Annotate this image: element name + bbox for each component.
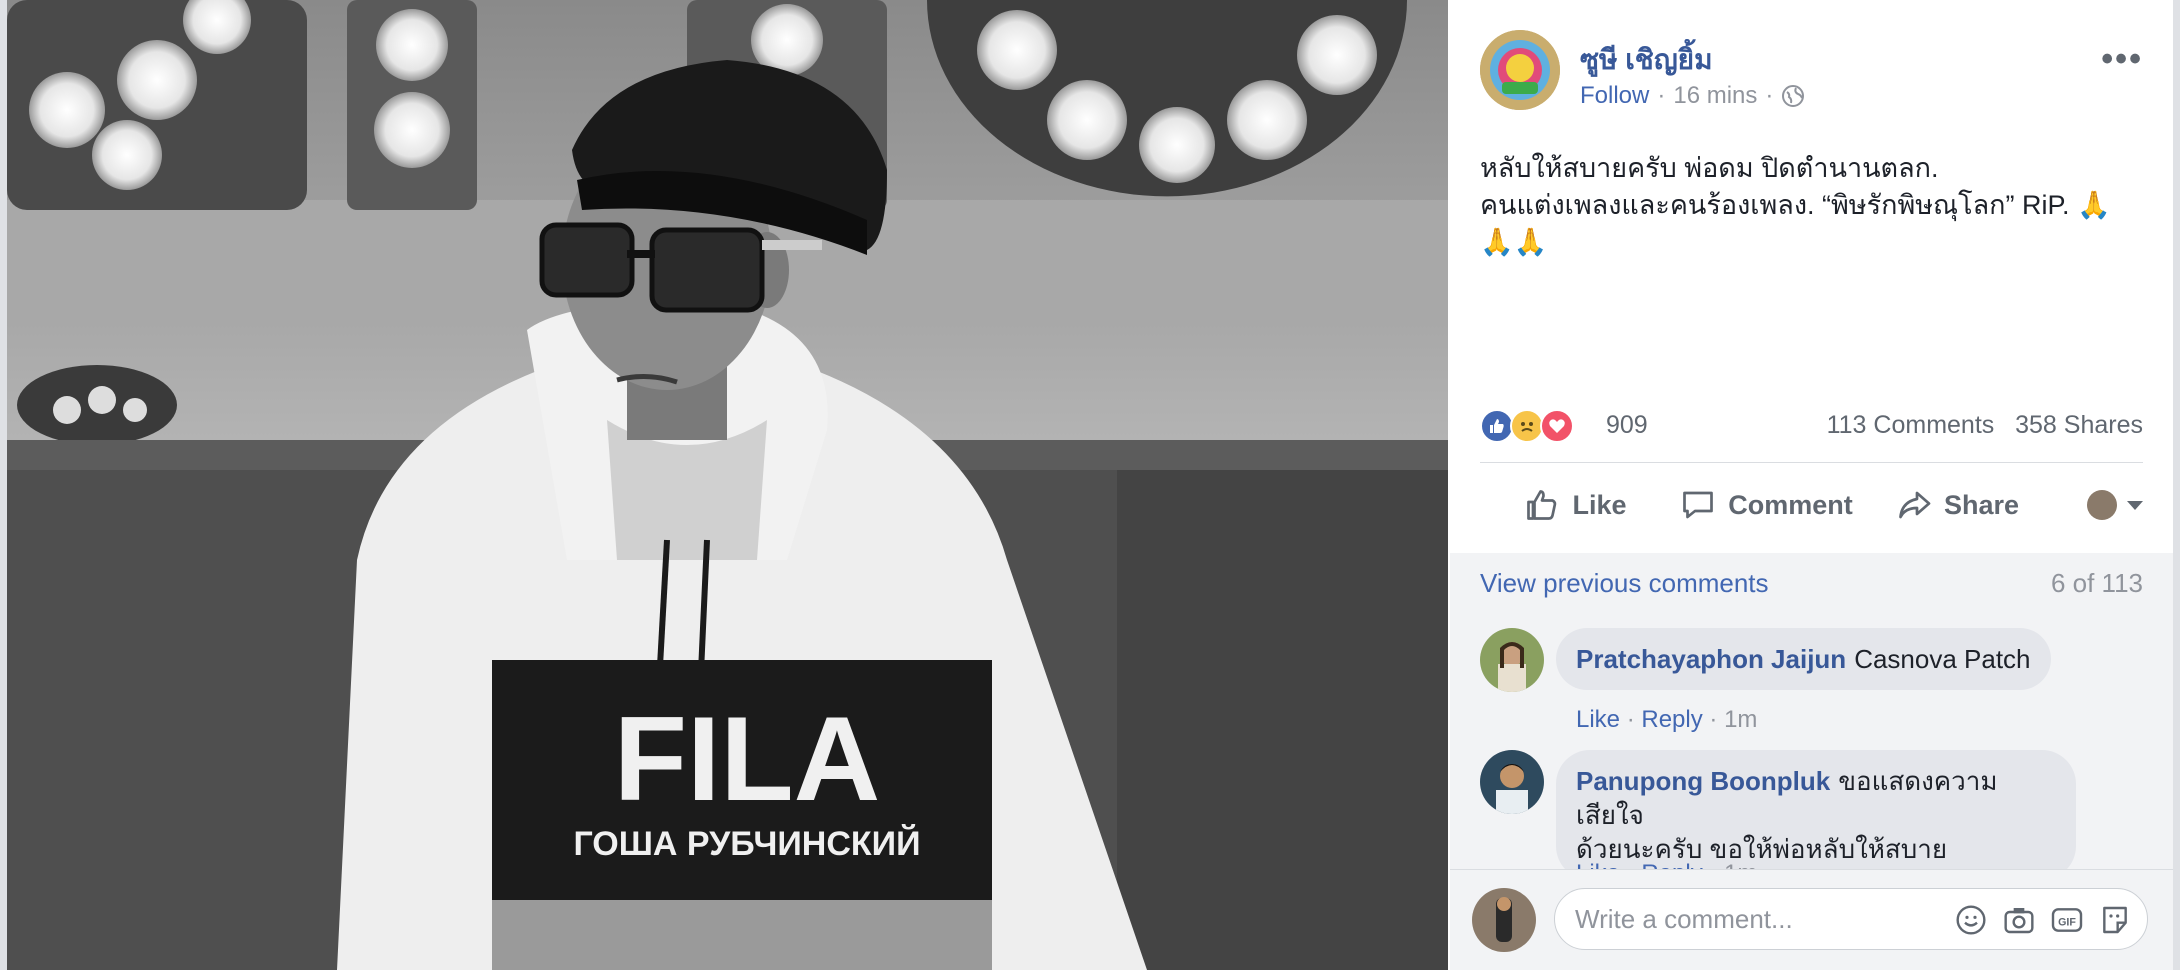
follow-button[interactable]: Follow bbox=[1580, 82, 1649, 110]
comment-label: Comment bbox=[1728, 489, 1853, 520]
camera-icon[interactable] bbox=[2003, 904, 2035, 936]
reaction-count[interactable]: 909 bbox=[1606, 411, 1648, 440]
love-reaction-icon bbox=[1540, 409, 1574, 443]
post-photo[interactable]: FILA ГОША РУБЧИНСКИЙ bbox=[7, 0, 1448, 970]
hoodie-subtext: ГОША РУБЧИНСКИЙ bbox=[573, 824, 920, 863]
like-reaction-icon bbox=[1480, 409, 1514, 443]
post-text-line: หลับให้สบายครับ พ่อดม ปิดตำนานตลก. bbox=[1480, 153, 1939, 183]
comments-section: View previous comments 6 of 113 Pratchay… bbox=[1450, 553, 2173, 970]
current-user-avatar bbox=[2087, 490, 2117, 520]
reaction-icons[interactable] bbox=[1480, 409, 1590, 443]
sad-reaction-icon bbox=[1510, 409, 1544, 443]
thumbs-up-icon bbox=[1527, 490, 1557, 520]
svg-text:GIF: GIF bbox=[2058, 916, 2076, 928]
post-actions: Like Comment Share bbox=[1480, 470, 2143, 540]
post-body: หลับให้สบายครับ พ่อดม ปิดตำนานตลก. คนแต่… bbox=[1480, 150, 2140, 261]
post-header: ซูษี เชิญยิ้ม Follow · 16 mins · ••• bbox=[1480, 30, 2143, 120]
hoodie-brand-text: FILA bbox=[614, 692, 881, 826]
post-stats: 909 113 Comments 358 Shares bbox=[1480, 405, 2143, 449]
emoji-icon[interactable] bbox=[1955, 904, 1987, 936]
divider bbox=[1480, 462, 2143, 463]
globe-icon[interactable] bbox=[1781, 84, 1805, 108]
post-text-line: คนแต่งเพลงและคนร้องเพลง. “พิษรักพิษณุโลก… bbox=[1480, 190, 2111, 220]
author-name[interactable]: ซูษี เชิญยิ้ม bbox=[1580, 38, 1713, 82]
current-user-avatar bbox=[1472, 888, 1536, 952]
author-avatar[interactable] bbox=[1480, 30, 1560, 110]
share-button[interactable]: Share bbox=[1862, 487, 2053, 523]
comment-item: Pratchayaphon Jaijun Casnova Patch Like ·… bbox=[1480, 628, 2143, 733]
share-arrow-icon bbox=[1899, 491, 1931, 519]
meta-separator: · bbox=[1765, 82, 1774, 109]
comment-text: Casnova Patch bbox=[1854, 644, 2031, 674]
gif-icon[interactable]: GIF bbox=[2051, 904, 2083, 936]
shares-count-link[interactable]: 358 Shares bbox=[2015, 411, 2143, 439]
photo-illustration: FILA ГОША РУБЧИНСКИЙ bbox=[7, 0, 1448, 970]
comment-actions: Like · Reply · 1m bbox=[1576, 706, 1758, 733]
comment-bubble: Pratchayaphon Jaijun Casnova Patch bbox=[1556, 628, 2051, 690]
like-button[interactable]: Like bbox=[1480, 487, 1671, 523]
comment-button[interactable]: Comment bbox=[1671, 487, 1862, 523]
like-label: Like bbox=[1572, 489, 1627, 520]
comments-count-link[interactable]: 113 Comments bbox=[1827, 411, 1995, 439]
more-options-icon[interactable]: ••• bbox=[2101, 40, 2143, 79]
view-previous-comments-link[interactable]: View previous comments bbox=[1480, 568, 1769, 599]
composer-icons: GIF bbox=[1955, 904, 2131, 936]
commenter-name[interactable]: Pratchayaphon Jaijun bbox=[1576, 644, 1846, 674]
post-text-line: 🙏🙏 bbox=[1480, 227, 1548, 257]
post-viewer: FILA ГОША РУБЧИНСКИЙ ซูษี เชิญยิ้ม Follo… bbox=[7, 0, 2173, 970]
comment-like-link[interactable]: Like bbox=[1576, 706, 1620, 733]
post-timestamp[interactable]: 16 mins bbox=[1673, 82, 1757, 110]
post-meta: Follow · 16 mins · bbox=[1580, 82, 1805, 110]
comment-icon bbox=[1683, 491, 1714, 519]
commenter-avatar[interactable] bbox=[1480, 628, 1544, 692]
commenter-avatar[interactable] bbox=[1480, 750, 1544, 814]
sticker-icon[interactable] bbox=[2099, 904, 2131, 936]
meta-separator: · bbox=[1657, 82, 1666, 109]
post-as-selector[interactable] bbox=[2053, 490, 2143, 520]
comment-input-placeholder: Write a comment... bbox=[1575, 904, 1793, 934]
comment-timestamp[interactable]: 1m bbox=[1724, 706, 1757, 733]
comments-pagination-count: 6 of 113 bbox=[2050, 568, 2143, 598]
stats-right: 113 Comments 358 Shares bbox=[1827, 411, 2143, 440]
author-avatar-image bbox=[1480, 30, 1560, 110]
commenter-name[interactable]: Panupong Boonpluk bbox=[1576, 766, 1830, 796]
post-sidebar: ซูษี เชิญยิ้ม Follow · 16 mins · ••• หลั… bbox=[1450, 0, 2173, 970]
comment-reply-link[interactable]: Reply bbox=[1641, 706, 1702, 733]
share-label: Share bbox=[1943, 489, 2020, 520]
chevron-down-icon bbox=[2127, 500, 2143, 510]
comment-input[interactable]: Write a comment... GIF bbox=[1554, 888, 2148, 950]
comment-composer: Write a comment... GIF bbox=[1450, 869, 2173, 970]
